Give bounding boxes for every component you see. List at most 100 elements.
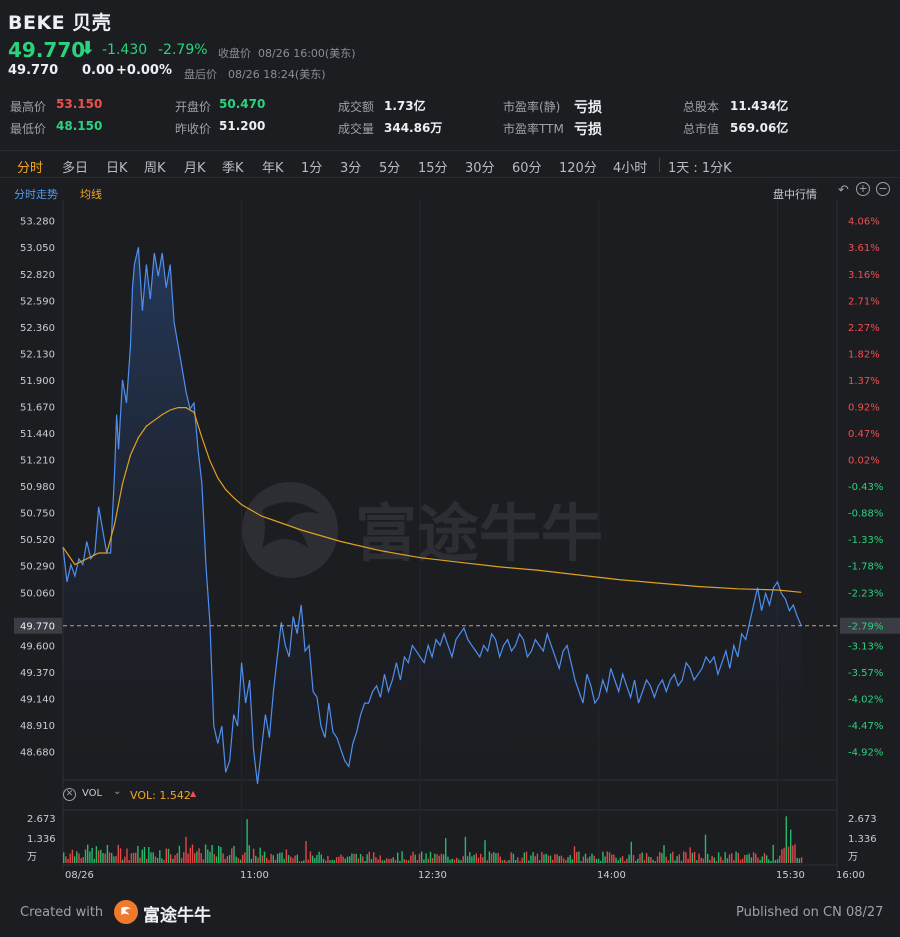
volume-bar (130, 853, 133, 863)
volume-bar (390, 858, 392, 863)
volume-bar (294, 855, 296, 863)
tab-10[interactable]: 15分 (418, 157, 448, 176)
volume-bar (453, 859, 456, 863)
volume-bar (399, 861, 401, 863)
volume-bar (687, 858, 689, 863)
undo-icon[interactable]: ↶ (838, 183, 849, 198)
volume-bar (770, 861, 772, 863)
volume-bar (200, 853, 202, 863)
tab-2[interactable]: 日K (106, 157, 128, 176)
tab-9[interactable]: 5分 (379, 157, 400, 176)
volume-bar (792, 845, 794, 863)
close-indicator-icon[interactable]: ✕ (63, 788, 76, 801)
volume-bar (198, 848, 200, 863)
volume-bar (626, 858, 628, 863)
volume-bar (412, 851, 414, 863)
volume-bar (783, 847, 785, 863)
pct-tick-label: 0.92% (848, 402, 880, 413)
zoom-in-icon[interactable]: + (856, 182, 870, 196)
volume-bar (621, 856, 624, 863)
pct-tick-label: 1.82% (848, 349, 880, 360)
volume-bar (486, 860, 488, 863)
volume-indicator-label[interactable]: VOL (82, 788, 102, 799)
pct-tick-label: -3.57% (848, 668, 883, 679)
volume-bar (790, 829, 792, 863)
stat-value: 569.06亿 (730, 121, 789, 135)
volume-bar (700, 857, 702, 863)
volume-bar (392, 857, 394, 863)
volume-bar (180, 858, 183, 863)
zoom-out-icon[interactable]: − (876, 182, 890, 196)
tab-1[interactable]: 多日 (62, 157, 88, 176)
volume-bar (475, 853, 477, 863)
tab-0[interactable]: 分时 (17, 157, 43, 176)
volume-bar (569, 855, 571, 863)
volume-bar (250, 858, 253, 863)
last-price-label: 49.770 (20, 622, 55, 633)
volume-bar (528, 860, 530, 863)
volume-bar (724, 852, 726, 863)
volume-bar (530, 855, 532, 863)
volume-bar (375, 857, 377, 863)
tab-8[interactable]: 3分 (340, 157, 361, 176)
volume-bar (268, 860, 270, 863)
volume-bar (543, 854, 545, 863)
tab-15[interactable]: 1天 : 1分K (668, 157, 732, 176)
volume-bar (449, 859, 451, 863)
tab-5[interactable]: 季K (222, 157, 244, 176)
volume-bar (383, 860, 386, 863)
volume-bar (624, 861, 626, 863)
pct-tick-label: 3.61% (848, 243, 880, 254)
volume-bar (386, 858, 388, 863)
tab-11[interactable]: 30分 (465, 157, 495, 176)
after-hours-change: 0.00 (82, 63, 115, 78)
volume-bar (532, 852, 534, 863)
volume-bar (67, 858, 69, 863)
volume-bar (654, 861, 656, 863)
volume-bar (776, 859, 779, 863)
volume-bar (477, 857, 480, 863)
volume-bar (678, 854, 680, 863)
pct-tick-label: -1.33% (848, 535, 883, 546)
tab-4[interactable]: 月K (184, 157, 206, 176)
last-price: 49.770 (8, 38, 86, 62)
x-tick-label: 12:30 (418, 870, 447, 881)
volume-bar (744, 855, 746, 863)
volume-bar (252, 848, 255, 863)
volume-bar (733, 860, 735, 863)
volume-bar (709, 859, 711, 863)
volume-bar (401, 851, 403, 863)
volume-bar (121, 859, 124, 863)
chevron-down-icon[interactable]: ⌄ (113, 786, 121, 797)
volume-bar (589, 856, 591, 863)
volume-bar (244, 852, 246, 863)
y-tick-label: 50.520 (20, 535, 55, 546)
volume-bar (148, 847, 150, 863)
tab-7[interactable]: 1分 (301, 157, 322, 176)
tab-6[interactable]: 年K (262, 157, 284, 176)
tab-12[interactable]: 60分 (512, 157, 542, 176)
volume-bar (488, 851, 491, 863)
volume-bar (632, 855, 635, 863)
volume-bar (242, 854, 244, 863)
volume-bar (667, 860, 670, 863)
price-chart[interactable]: 富途牛牛 53.280 4.06% 53.050 3.61% 52.820 3.16% 52.… (0, 200, 900, 890)
volume-bar (305, 841, 307, 863)
published-label: Published on CN 08/27 (736, 905, 884, 920)
volume-bar (82, 857, 84, 863)
futu-logo-icon (114, 900, 138, 924)
tab-14[interactable]: 4小时 (613, 157, 647, 176)
volume-bar (438, 855, 440, 863)
volume-bar (560, 855, 563, 863)
volume-bar (534, 856, 536, 863)
volume-bar (685, 852, 687, 863)
pct-tick-label: 3.16% (848, 270, 880, 281)
stat-label: 市盈率TTM (503, 122, 564, 136)
tab-3[interactable]: 周K (144, 157, 166, 176)
volume-bar (161, 858, 163, 863)
stat-label: 最低价 (10, 122, 47, 136)
tab-13[interactable]: 120分 (559, 157, 597, 176)
y-tick-label: 52.130 (20, 349, 55, 360)
volume-bar (355, 853, 357, 863)
volume-bar (213, 854, 215, 863)
